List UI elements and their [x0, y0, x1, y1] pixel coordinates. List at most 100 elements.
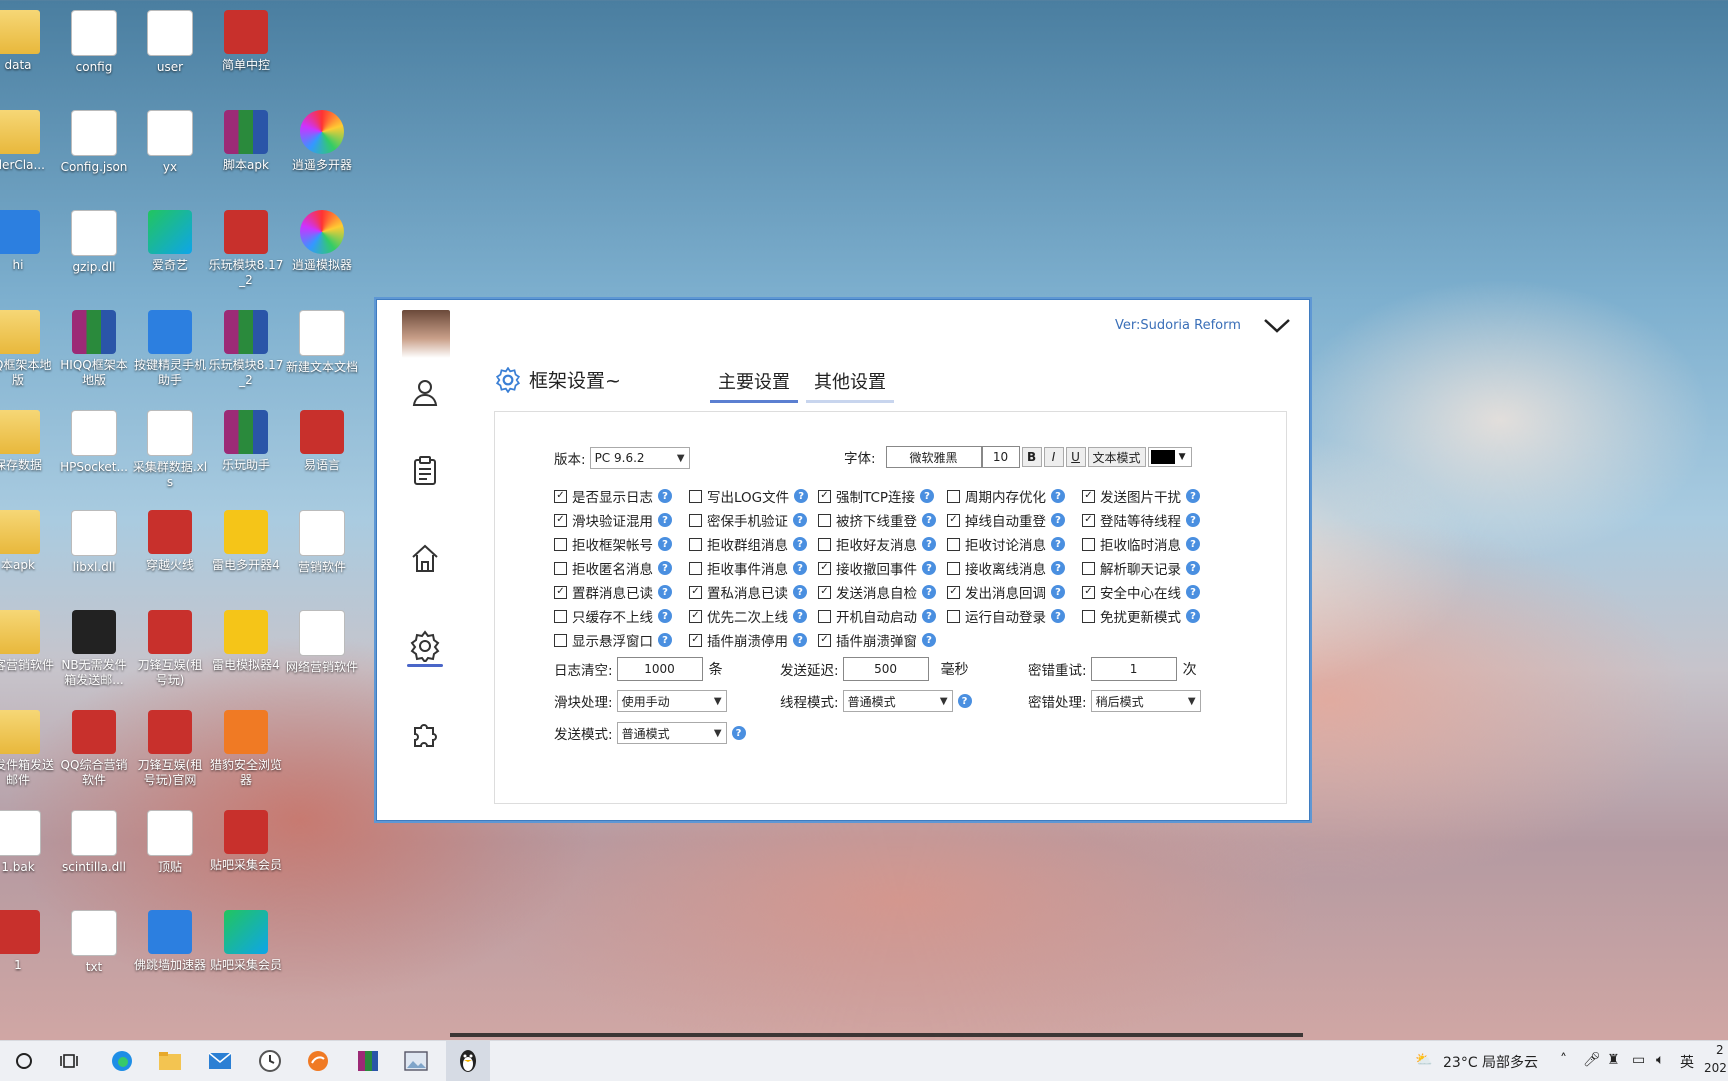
help-icon[interactable]: ?: [920, 489, 935, 503]
help-icon[interactable]: ?: [658, 489, 672, 503]
checkbox-checked-icon[interactable]: ✓: [689, 633, 702, 647]
desktop-icon[interactable]: 雷电模拟器4: [208, 604, 284, 673]
checkbox-unchecked-icon[interactable]: [818, 537, 831, 551]
checkbox-unchecked-icon[interactable]: [818, 513, 831, 527]
font-size-input[interactable]: 10: [981, 446, 1020, 468]
archive-icon[interactable]: [350, 1045, 386, 1077]
desktop-icon[interactable]: 佛跳墙加速器: [132, 904, 208, 973]
desktop-icon[interactable]: hi: [0, 204, 56, 273]
help-icon[interactable]: ?: [922, 513, 936, 527]
clock-app-icon[interactable]: [252, 1045, 288, 1077]
option-checkbox[interactable]: 接收离线消息?: [947, 558, 1065, 578]
desktop-icon[interactable]: 贴吧采集会员: [208, 904, 284, 973]
checkbox-unchecked-icon[interactable]: [947, 609, 960, 623]
checkbox-unchecked-icon[interactable]: [947, 489, 960, 503]
log-clear-input[interactable]: 1000: [616, 657, 703, 681]
option-checkbox[interactable]: 拒收临时消息?: [1082, 534, 1200, 554]
option-checkbox[interactable]: ✓ 置私消息已读?: [689, 582, 807, 602]
checkbox-checked-icon[interactable]: ✓: [947, 513, 960, 527]
tab-main-settings[interactable]: 主要设置: [710, 368, 798, 403]
version-select[interactable]: PC 9.6.2 ▼: [589, 447, 690, 469]
help-icon[interactable]: ?: [1051, 537, 1065, 551]
checkbox-unchecked-icon[interactable]: [554, 609, 567, 623]
desktop-icon[interactable]: 网络营销软件: [284, 604, 360, 675]
browser-icon[interactable]: [300, 1045, 336, 1077]
help-icon[interactable]: ?: [957, 694, 972, 708]
help-icon[interactable]: ?: [793, 561, 807, 575]
thread-select[interactable]: 普通模式 ▼: [842, 690, 953, 712]
desktop-icon[interactable]: 简单中控: [208, 4, 284, 73]
help-icon[interactable]: ?: [731, 726, 746, 740]
volume-icon[interactable]: 🔈︎: [1656, 1052, 1664, 1068]
weather-icon[interactable]: ⛅: [1415, 1052, 1432, 1068]
desktop-icon[interactable]: 1: [0, 904, 56, 973]
option-checkbox[interactable]: ✓ 插件崩溃停用?: [689, 630, 807, 650]
desktop-icon[interactable]: yx: [132, 104, 208, 175]
search-circle-icon[interactable]: [6, 1045, 42, 1077]
help-icon[interactable]: ?: [922, 585, 936, 599]
desktop-icon[interactable]: config: [56, 4, 132, 75]
desktop-icon[interactable]: user: [132, 4, 208, 75]
checkbox-checked-icon[interactable]: ✓: [818, 633, 831, 647]
help-icon[interactable]: ?: [793, 609, 807, 623]
image-viewer-icon[interactable]: [398, 1045, 434, 1077]
desktop-icon[interactable]: NB无需发件箱发送邮...: [56, 604, 132, 688]
desktop-icon[interactable]: libxl.dll: [56, 504, 132, 575]
checkbox-unchecked-icon[interactable]: [554, 561, 567, 575]
clipboard-icon[interactable]: [407, 452, 443, 488]
desktop-icon[interactable]: 新建文本文档: [284, 304, 360, 375]
help-icon[interactable]: ?: [1186, 537, 1200, 551]
checkbox-unchecked-icon[interactable]: [1082, 561, 1095, 575]
desktop-icon[interactable]: QQ综合营销软件: [56, 704, 132, 788]
option-checkbox[interactable]: 被挤下线重登?: [818, 510, 936, 530]
help-icon[interactable]: ?: [922, 633, 936, 647]
help-icon[interactable]: ?: [658, 537, 672, 551]
checkbox-checked-icon[interactable]: ✓: [689, 585, 702, 599]
help-icon[interactable]: ?: [658, 609, 672, 623]
desktop-icon[interactable]: QQ框架本地版: [0, 304, 56, 388]
checkbox-unchecked-icon[interactable]: [818, 609, 831, 623]
desktop-icon[interactable]: 1.bak: [0, 804, 56, 875]
desktop-icon[interactable]: 营销软件: [284, 504, 360, 575]
font-color-picker[interactable]: ▼: [1147, 447, 1192, 467]
option-checkbox[interactable]: ✓ 发出消息回调?: [947, 582, 1065, 602]
desktop-icon[interactable]: 贴吧采集会员: [208, 804, 284, 873]
option-checkbox[interactable]: ✓ 是否显示日志?: [554, 486, 672, 506]
option-checkbox[interactable]: 显示悬浮窗口?: [554, 630, 672, 650]
help-icon[interactable]: ?: [1051, 489, 1065, 503]
option-checkbox[interactable]: ✓ 滑块验证混用?: [554, 510, 672, 530]
desktop-icon[interactable]: 穿越火线: [132, 504, 208, 573]
checkbox-unchecked-icon[interactable]: [689, 561, 702, 575]
option-checkbox[interactable]: ✓ 发送图片干扰?: [1082, 486, 1200, 506]
desktop-icon[interactable]: 乐玩模块8.17_2: [208, 204, 284, 288]
desktop-icon[interactable]: 采集群数据.xls: [132, 404, 208, 490]
option-checkbox[interactable]: 开机自动启动?: [818, 606, 936, 626]
desktop-icon[interactable]: HPSocket...: [56, 404, 132, 475]
microphone-icon[interactable]: 🎤︎: [1583, 1052, 1601, 1068]
pwd-retry-input[interactable]: 1: [1090, 657, 1177, 681]
avatar[interactable]: [402, 310, 450, 358]
help-icon[interactable]: ?: [1051, 609, 1065, 623]
option-checkbox[interactable]: 拒收框架帐号?: [554, 534, 672, 554]
option-checkbox[interactable]: 拒收群组消息?: [689, 534, 807, 554]
help-icon[interactable]: ?: [1186, 489, 1200, 503]
plugin-puzzle-icon[interactable]: [407, 716, 443, 752]
desktop-icon[interactable]: 乐玩模块8.17_2: [208, 304, 284, 388]
bold-button[interactable]: B: [1021, 447, 1042, 467]
tab-other-settings[interactable]: 其他设置: [806, 368, 894, 403]
option-checkbox[interactable]: ✓ 插件崩溃弹窗?: [818, 630, 936, 650]
mail-icon[interactable]: [202, 1045, 238, 1077]
desktop-icon[interactable]: gzip.dll: [56, 204, 132, 275]
checkbox-checked-icon[interactable]: ✓: [554, 513, 567, 527]
desktop-icon[interactable]: Config.json: [56, 104, 132, 175]
checkbox-checked-icon[interactable]: ✓: [1082, 513, 1095, 527]
clock-bottom[interactable]: 202: [1704, 1061, 1727, 1075]
desktop-icon[interactable]: txt: [56, 904, 132, 975]
help-icon[interactable]: ?: [658, 633, 672, 647]
desktop-icon[interactable]: 需发件箱发送邮件: [0, 704, 56, 788]
help-icon[interactable]: ?: [1186, 609, 1200, 623]
option-checkbox[interactable]: ✓ 接收撤回事件?: [818, 558, 936, 578]
help-icon[interactable]: ?: [1051, 585, 1065, 599]
option-checkbox[interactable]: ✓ 登陆等待线程?: [1082, 510, 1200, 530]
help-icon[interactable]: ?: [1186, 513, 1200, 527]
